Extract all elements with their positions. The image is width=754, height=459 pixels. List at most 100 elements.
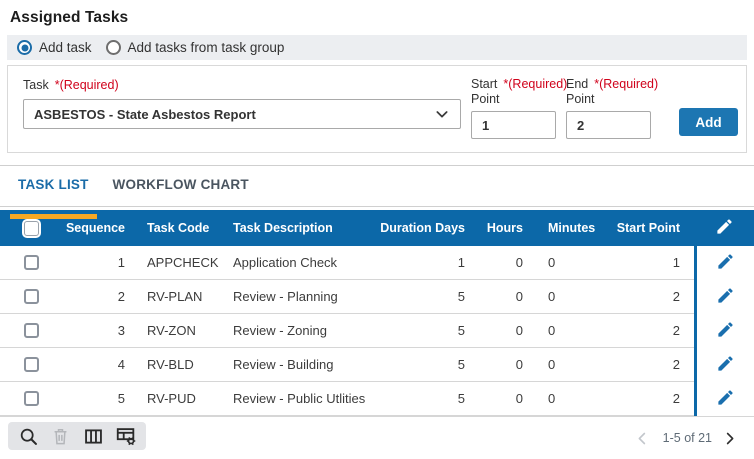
radio-add-task[interactable]: Add task	[17, 40, 92, 55]
column-header-start-point: Start Point	[616, 221, 680, 235]
column-header-duration-days: Duration Days	[380, 221, 465, 235]
pagination-range-label: 1-5 of 21	[662, 431, 712, 445]
edit-row-button[interactable]	[715, 388, 737, 410]
table-toolbar	[8, 422, 146, 450]
columns-icon	[84, 428, 102, 444]
cell-duration-days: 5	[457, 289, 465, 304]
pencil-icon	[718, 356, 733, 371]
row-checkbox[interactable]	[24, 289, 39, 304]
cell-start-point: 2	[672, 391, 680, 406]
chevron-down-icon	[436, 111, 448, 118]
cell-hours: 0	[515, 357, 523, 372]
cell-hours: 0	[515, 391, 523, 406]
grid-settings-button[interactable]	[115, 425, 137, 447]
radio-add-tasks-from-group[interactable]: Add tasks from task group	[105, 40, 285, 55]
column-header-task-code: Task Code	[147, 221, 210, 235]
start-point-label-line2: Point	[471, 92, 500, 106]
cell-minutes: 0	[548, 391, 556, 406]
task-table: Sequence Task Code Task Description Dura…	[0, 210, 754, 417]
task-select[interactable]: ASBESTOS - State Asbestos Report	[23, 99, 461, 129]
cell-task-code: APPCHECK	[147, 255, 219, 270]
cell-minutes: 0	[548, 289, 556, 304]
row-checkbox[interactable]	[24, 323, 39, 338]
column-header-task-description: Task Description	[233, 221, 333, 235]
pencil-icon	[718, 288, 733, 303]
start-point-input[interactable]	[471, 111, 556, 139]
add-task-form: Task *(Required) ASBESTOS - State Asbesto…	[7, 65, 747, 153]
cell-minutes: 0	[548, 357, 556, 372]
row-checkbox[interactable]	[24, 255, 39, 270]
end-point-input[interactable]	[566, 111, 651, 139]
edit-row-button[interactable]	[715, 354, 737, 376]
previous-page-button[interactable]	[635, 429, 653, 447]
radio-selected-icon[interactable]	[17, 40, 32, 55]
task-field-group: Task *(Required) ASBESTOS - State Asbesto…	[23, 75, 461, 152]
next-page-button[interactable]	[722, 429, 740, 447]
end-point-field-group: End *(Required) Point	[566, 75, 658, 152]
pencil-icon	[718, 390, 733, 405]
cell-sequence: 3	[117, 323, 125, 338]
end-point-label-line1: End	[566, 77, 589, 91]
row-checkbox[interactable]	[24, 357, 39, 372]
table-row: 2 RV-PLAN Review - Planning 5 0 0 2	[0, 280, 754, 314]
row-checkbox[interactable]	[24, 391, 39, 406]
radio-unselected-icon[interactable]	[105, 40, 121, 55]
trash-icon	[54, 428, 67, 444]
cell-duration-days: 1	[457, 255, 465, 270]
page-title: Assigned Tasks	[10, 9, 129, 26]
cell-start-point: 2	[672, 323, 680, 338]
columns-button[interactable]	[82, 425, 104, 447]
end-point-required-text: *(Required)	[594, 77, 659, 91]
table-row: 3 RV-ZON Review - Zoning 5 0 0 2	[0, 314, 754, 348]
pencil-icon	[716, 219, 732, 234]
cell-task-description: Application Check	[233, 255, 338, 270]
add-mode-radio-group: Add task Add tasks from task group	[7, 35, 747, 60]
edit-row-button[interactable]	[715, 252, 737, 274]
table-header-row: Sequence Task Code Task Description Dura…	[0, 210, 754, 246]
cell-task-description: Review - Public Utlities	[233, 391, 366, 406]
task-required-text: *(Required)	[54, 78, 119, 92]
cell-minutes: 0	[548, 323, 556, 338]
add-button[interactable]: Add	[679, 108, 738, 136]
tab-task-list[interactable]: TASK LIST	[10, 176, 97, 219]
cell-hours: 0	[515, 255, 523, 270]
column-header-sequence: Sequence	[65, 221, 125, 235]
search-icon	[20, 428, 37, 445]
start-point-required-text: *(Required)	[503, 77, 568, 91]
chevron-left-icon	[638, 432, 645, 444]
edit-column-button[interactable]	[713, 217, 735, 239]
start-point-label: Start *(Required) Point	[471, 77, 567, 109]
radio-add-tasks-from-group-label: Add tasks from task group	[127, 40, 285, 55]
cell-task-description: Review - Planning	[233, 289, 338, 304]
table-row: 1 APPCHECK Application Check 1 0 0 1	[0, 246, 754, 280]
chevron-right-icon	[726, 432, 734, 444]
tab-workflow-chart[interactable]: WORKFLOW CHART	[105, 176, 257, 206]
cell-duration-days: 5	[457, 391, 465, 406]
cell-start-point: 2	[672, 289, 680, 304]
edit-row-button[interactable]	[715, 320, 737, 342]
cell-sequence: 2	[117, 289, 125, 304]
end-point-label: End *(Required) Point	[566, 77, 658, 109]
pagination: 1-5 of 21	[635, 429, 740, 447]
cell-start-point: 1	[672, 255, 680, 270]
cell-hours: 0	[515, 289, 523, 304]
cell-hours: 0	[515, 323, 523, 338]
edit-row-button[interactable]	[715, 286, 737, 308]
cell-sequence: 5	[117, 391, 125, 406]
table-footer: 1-5 of 21	[0, 417, 754, 450]
tab-bar: TASK LIST WORKFLOW CHART	[0, 166, 754, 219]
column-header-hours: Hours	[486, 221, 523, 235]
delete-button[interactable]	[50, 425, 72, 447]
cell-duration-days: 5	[457, 357, 465, 372]
cell-task-code: RV-BLD	[147, 357, 194, 372]
search-button[interactable]	[17, 425, 39, 447]
select-all-checkbox[interactable]	[24, 220, 39, 236]
cell-task-description: Review - Building	[233, 357, 334, 372]
cell-start-point: 2	[672, 357, 680, 372]
cell-task-code: RV-PUD	[147, 391, 196, 406]
pencil-icon	[718, 254, 733, 269]
column-header-minutes: Minutes	[548, 221, 596, 235]
task-select-value: ASBESTOS - State Asbestos Report	[34, 106, 256, 122]
grid-settings-icon	[116, 428, 136, 446]
start-point-field-group: Start *(Required) Point	[471, 75, 567, 152]
